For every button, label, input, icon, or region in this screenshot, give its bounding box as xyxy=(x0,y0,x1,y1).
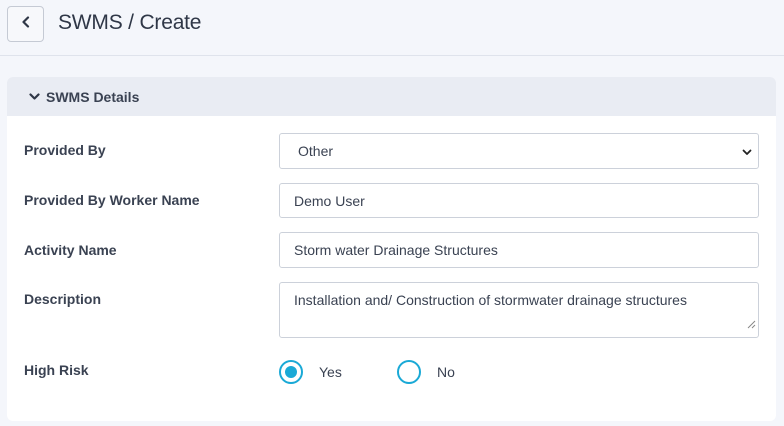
back-button[interactable] xyxy=(7,6,44,42)
page-title: SWMS / Create xyxy=(58,11,201,35)
radio-selected-dot xyxy=(285,366,297,378)
chevron-down-icon xyxy=(742,143,752,159)
provided-by-value: Other xyxy=(298,143,334,159)
description-label: Description xyxy=(24,291,102,307)
breadcrumb-separator: / xyxy=(128,11,134,34)
chevron-left-icon xyxy=(21,15,31,33)
swms-details-card: SWMS Details Provided By Other Provided … xyxy=(7,77,776,421)
provided-by-label: Provided By xyxy=(24,142,106,158)
high-risk-yes-label[interactable]: Yes xyxy=(319,364,342,380)
activity-name-value: Storm water Drainage Structures xyxy=(294,242,498,258)
section-toggle[interactable]: SWMS Details xyxy=(7,77,776,116)
section-title: SWMS Details xyxy=(46,88,140,105)
high-risk-no-radio[interactable] xyxy=(397,360,421,384)
breadcrumb-app: SWMS xyxy=(58,11,123,34)
resize-grip-icon[interactable] xyxy=(747,314,756,335)
activity-name-input[interactable]: Storm water Drainage Structures xyxy=(279,232,759,268)
page-header: SWMS / Create xyxy=(0,0,784,56)
chevron-down-icon xyxy=(29,92,40,101)
description-value: Installation and/ Construction of stormw… xyxy=(294,292,687,308)
activity-name-label: Activity Name xyxy=(24,242,117,258)
worker-name-value: Demo User xyxy=(294,192,365,209)
high-risk-label: High Risk xyxy=(24,362,89,378)
worker-name-label: Provided By Worker Name xyxy=(24,192,200,208)
description-textarea[interactable]: Installation and/ Construction of stormw… xyxy=(279,282,759,338)
worker-name-input[interactable]: Demo User xyxy=(279,183,759,218)
high-risk-no-label[interactable]: No xyxy=(437,364,455,380)
provided-by-select[interactable]: Other xyxy=(279,133,759,169)
breadcrumb-page: Create xyxy=(139,11,202,34)
high-risk-yes-radio[interactable] xyxy=(279,360,303,384)
